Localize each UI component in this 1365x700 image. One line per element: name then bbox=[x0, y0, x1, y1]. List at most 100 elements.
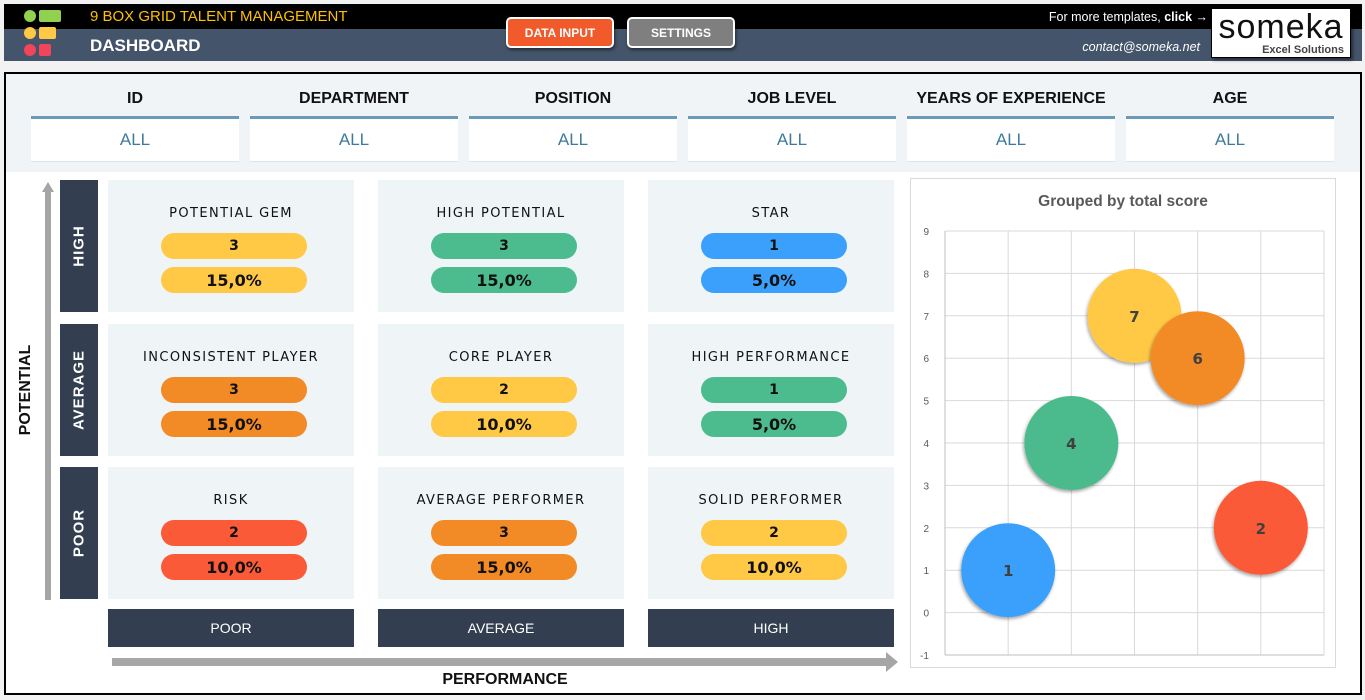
cell-percent: 5,0% bbox=[701, 411, 847, 437]
cell-percent: 10,0% bbox=[701, 554, 847, 580]
grid-cell-core-player: CORE PLAYER 2 10,0% bbox=[378, 324, 624, 456]
click-link[interactable]: click → bbox=[1164, 10, 1208, 24]
y-tick-label: 5 bbox=[923, 397, 929, 408]
cell-percent: 15,0% bbox=[161, 411, 307, 437]
cell-title: STAR bbox=[751, 206, 791, 221]
grid-cell-potential-gem: POTENTIAL GEM 3 15,0% bbox=[108, 180, 354, 312]
filter-label: JOB LEVEL bbox=[747, 90, 837, 107]
grid-cell-high-performance: HIGH PERFORMANCE 1 5,0% bbox=[648, 324, 894, 456]
y-tick-label: 9 bbox=[923, 227, 929, 238]
col-label-average: AVERAGE bbox=[378, 609, 624, 647]
cell-title: HIGH POTENTIAL bbox=[436, 206, 566, 221]
filter-label: AGE bbox=[1212, 90, 1248, 107]
filter-label: POSITION bbox=[534, 90, 612, 107]
filter-position-select[interactable]: ALL bbox=[469, 116, 677, 162]
app-title: 9 BOX GRID TALENT MANAGEMENT bbox=[90, 8, 348, 25]
potential-axis-arrow bbox=[42, 182, 54, 600]
filter-label: YEARS OF EXPERIENCE bbox=[916, 90, 1106, 107]
data-input-button[interactable]: DATA INPUT bbox=[506, 17, 614, 48]
grid-cell-inconsistent-player: INCONSISTENT PLAYER 3 15,0% bbox=[108, 324, 354, 456]
filter-age: AGE ALL bbox=[1126, 86, 1334, 162]
dashboard-panel: ID ALL DEPARTMENT ALL POSITION ALL JOB L… bbox=[4, 72, 1362, 695]
row-label-text: HIGH bbox=[70, 225, 88, 267]
filter-age-select[interactable]: ALL bbox=[1126, 116, 1334, 162]
row-label-text: POOR bbox=[70, 508, 88, 558]
filter-id-select[interactable]: ALL bbox=[31, 116, 239, 162]
filter-label: ID bbox=[127, 90, 143, 107]
cell-count: 3 bbox=[161, 233, 307, 259]
cell-percent: 10,0% bbox=[431, 411, 577, 437]
grid-cell-star: STAR 1 5,0% bbox=[648, 180, 894, 312]
col-label-high: HIGH bbox=[648, 609, 894, 647]
grid-cell-average-performer: AVERAGE PERFORMER 3 15,0% bbox=[378, 467, 624, 599]
filter-bar: ID ALL DEPARTMENT ALL POSITION ALL JOB L… bbox=[6, 74, 1360, 172]
filter-position: POSITION ALL bbox=[469, 86, 677, 162]
filter-years-of-experience-select[interactable]: ALL bbox=[907, 116, 1115, 162]
cell-count: 3 bbox=[431, 520, 577, 546]
cell-title: AVERAGE PERFORMER bbox=[416, 493, 586, 508]
filter-years-of-experience: YEARS OF EXPERIENCE ALL bbox=[907, 86, 1115, 162]
cell-count: 2 bbox=[701, 520, 847, 546]
header: 9 BOX GRID TALENT MANAGEMENT DASHBOARD D… bbox=[4, 4, 1362, 61]
bubble-label: 7 bbox=[1129, 308, 1139, 326]
cell-title: INCONSISTENT PLAYER bbox=[143, 350, 319, 365]
filter-job-level-select[interactable]: ALL bbox=[688, 116, 896, 162]
col-label-poor: POOR bbox=[108, 609, 354, 647]
cell-percent: 15,0% bbox=[161, 267, 307, 293]
more-templates-text: For more templates, bbox=[1048, 10, 1165, 24]
potential-axis-title-text: POTENTIAL bbox=[17, 344, 34, 436]
cell-title: HIGH PERFORMANCE bbox=[691, 350, 851, 365]
filter-department-select[interactable]: ALL bbox=[250, 116, 458, 162]
row-label-average: AVERAGE bbox=[60, 324, 98, 456]
cell-percent: 15,0% bbox=[431, 267, 577, 293]
page-title: DASHBOARD bbox=[90, 36, 201, 55]
bubble-label: 1 bbox=[1003, 562, 1013, 580]
y-tick-label: 1 bbox=[923, 566, 929, 577]
cell-count: 1 bbox=[701, 233, 847, 259]
brand-name: someka bbox=[1218, 8, 1344, 46]
filter-id: ID ALL bbox=[31, 86, 239, 162]
cell-count: 2 bbox=[431, 377, 577, 403]
cell-title: POTENTIAL GEM bbox=[169, 206, 293, 221]
y-tick-label: 2 bbox=[923, 524, 929, 535]
bubble-chart: Grouped by total score -1 0 1 2 3 4 5 6 7 8 9 1 4 7 6 2 bbox=[910, 178, 1336, 668]
row-label-high: HIGH bbox=[60, 180, 98, 312]
cell-title: SOLID PERFORMER bbox=[698, 493, 844, 508]
y-tick-label: 7 bbox=[923, 312, 929, 323]
contact-email[interactable]: contact@someka.net bbox=[1082, 40, 1200, 54]
cell-title: CORE PLAYER bbox=[448, 350, 554, 365]
bubble-label: 4 bbox=[1066, 435, 1076, 453]
cell-percent: 15,0% bbox=[431, 554, 577, 580]
y-tick-label: -1 bbox=[920, 651, 929, 662]
cell-count: 3 bbox=[431, 233, 577, 259]
cell-percent: 10,0% bbox=[161, 554, 307, 580]
cell-percent: 5,0% bbox=[701, 267, 847, 293]
grid-cell-risk: RISK 2 10,0% bbox=[108, 467, 354, 599]
filter-department: DEPARTMENT ALL bbox=[250, 86, 458, 162]
cell-count: 3 bbox=[161, 377, 307, 403]
y-tick-label: 8 bbox=[923, 269, 929, 280]
more-templates-link[interactable]: For more templates, click → bbox=[1049, 10, 1208, 24]
y-tick-label: 3 bbox=[923, 481, 929, 492]
settings-button[interactable]: SETTINGS bbox=[627, 17, 735, 48]
bubble-label: 2 bbox=[1256, 520, 1266, 538]
y-tick-label: 0 bbox=[923, 609, 929, 620]
someka-logo[interactable]: someka Excel Solutions bbox=[1211, 8, 1351, 58]
cell-title: RISK bbox=[213, 493, 249, 508]
cell-count: 2 bbox=[161, 520, 307, 546]
grid-cell-solid-performer: SOLID PERFORMER 2 10,0% bbox=[648, 467, 894, 599]
cell-count: 1 bbox=[701, 377, 847, 403]
row-label-text: AVERAGE bbox=[70, 349, 88, 431]
row-label-poor: POOR bbox=[60, 467, 98, 599]
app-logo-icon bbox=[24, 8, 76, 58]
filter-label: DEPARTMENT bbox=[299, 90, 409, 107]
y-tick-label: 4 bbox=[923, 439, 929, 450]
filter-job-level: JOB LEVEL ALL bbox=[688, 86, 896, 162]
performance-axis-arrow bbox=[112, 652, 898, 672]
potential-axis-title: POTENTIAL bbox=[14, 340, 38, 440]
performance-axis-title: PERFORMANCE bbox=[442, 671, 568, 688]
grid-cell-high-potential: HIGH POTENTIAL 3 15,0% bbox=[378, 180, 624, 312]
y-tick-label: 6 bbox=[923, 354, 929, 365]
bubble-chart-svg: -1 0 1 2 3 4 5 6 7 8 9 1 4 7 6 2 bbox=[920, 227, 1325, 662]
bubble-label: 6 bbox=[1192, 350, 1202, 368]
